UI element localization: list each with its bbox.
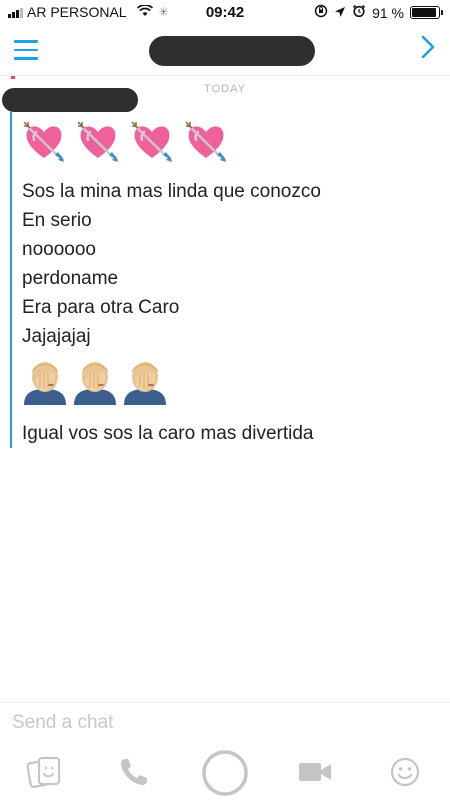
heart-with-arrow-icon <box>76 120 120 164</box>
chat-message[interactable]: Sos la mina mas linda que conozco <box>22 177 321 206</box>
status-right: 91 % <box>314 4 443 21</box>
contact-name-redacted[interactable]: Caro <box>149 36 315 66</box>
chat-message[interactable]: Jajajajaj <box>22 322 321 351</box>
rotation-lock-icon <box>314 4 328 21</box>
status-bar: AR PERSONAL ✳ 09:42 91 % <box>0 0 450 26</box>
phone-icon[interactable] <box>118 756 150 788</box>
chat-header: Caro <box>0 26 450 76</box>
bottom-toolbar <box>0 748 450 798</box>
heart-with-arrow-icon <box>130 120 174 164</box>
man-facepalming-icon <box>72 355 118 405</box>
emoji-facepalm-row[interactable] <box>22 351 321 409</box>
battery-fill <box>412 8 436 17</box>
heart-with-arrow-icon <box>184 120 228 164</box>
heart-with-arrow-icon <box>22 120 66 164</box>
stickers-icon[interactable] <box>27 756 63 788</box>
man-facepalming-icon <box>122 355 168 405</box>
alarm-icon <box>352 4 366 21</box>
capture-button[interactable] <box>202 750 248 796</box>
input-divider <box>0 702 450 703</box>
chevron-right-icon[interactable] <box>420 34 436 65</box>
video-camera-icon[interactable] <box>298 760 332 784</box>
battery-percent: 91 % <box>372 4 404 21</box>
emoji-face-icon[interactable] <box>390 757 420 787</box>
chat-message[interactable]: Era para otra Caro <box>22 293 321 322</box>
emoji-hearts-row[interactable] <box>22 117 321 167</box>
location-arrow-icon <box>334 5 346 21</box>
chat-message[interactable]: noooooo <box>22 235 321 264</box>
message-thread-bar <box>10 112 12 448</box>
menu-icon[interactable] <box>14 40 38 60</box>
chat-message[interactable]: Igual vos sos la caro mas divertida <box>22 419 321 448</box>
message-list: Sos la mina mas linda que conozco En ser… <box>22 117 321 448</box>
chat-message[interactable]: En serio <box>22 206 321 235</box>
unread-marker <box>11 76 15 79</box>
chat-message[interactable]: perdoname <box>22 264 321 293</box>
man-facepalming-icon <box>22 355 68 405</box>
chat-input[interactable] <box>12 712 432 734</box>
battery-icon <box>410 6 443 19</box>
sender-name-redacted: Me <box>2 88 138 112</box>
